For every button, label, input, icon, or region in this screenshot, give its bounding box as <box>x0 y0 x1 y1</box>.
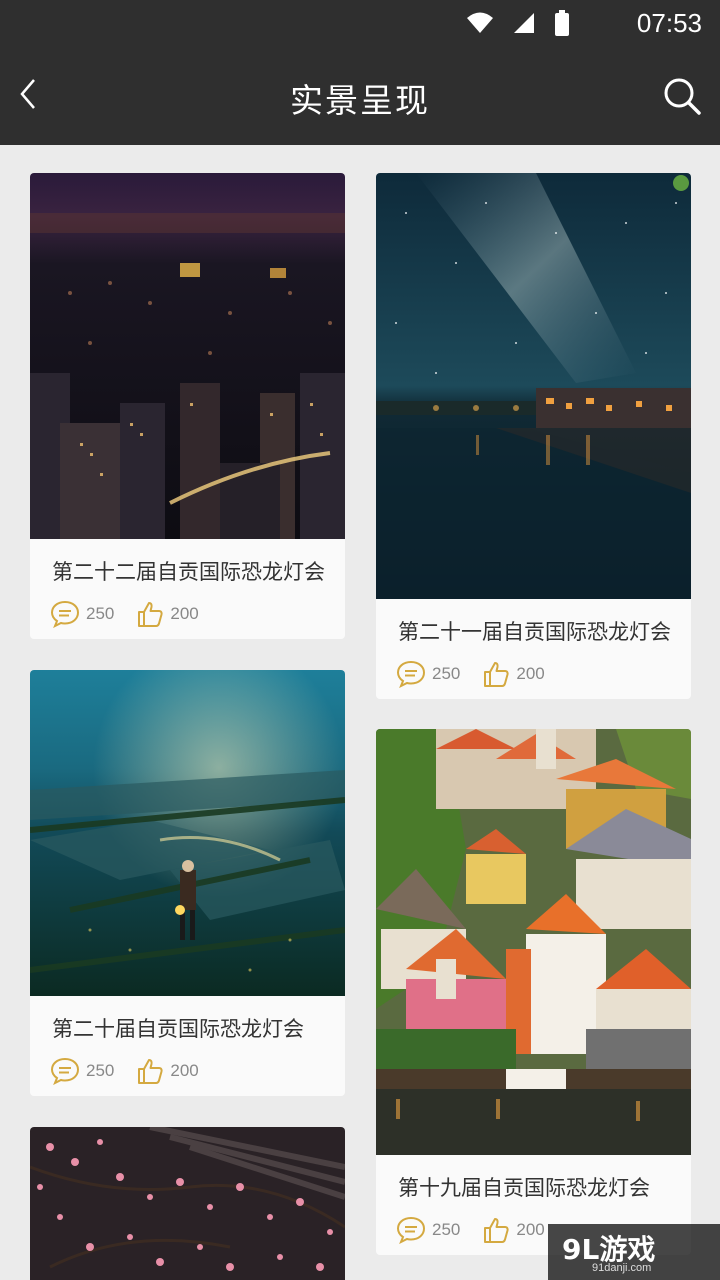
page-title: 实景呈现 <box>290 81 430 120</box>
card-image[interactable] <box>30 1127 345 1280</box>
card-meta: 250 200 <box>50 1057 221 1085</box>
comment-icon[interactable] <box>50 600 80 628</box>
card-image[interactable] <box>376 173 691 599</box>
thumbs-up-icon[interactable] <box>482 1216 510 1244</box>
thumbs-up-icon[interactable] <box>136 1057 164 1085</box>
comment-icon[interactable] <box>396 1216 426 1244</box>
gallery-card[interactable]: 第二十届自贡国际恐龙灯会 250 200 <box>30 670 345 1096</box>
like-count: 200 <box>170 604 199 623</box>
card-meta: 250 200 <box>50 600 221 628</box>
comment-icon[interactable] <box>396 660 426 688</box>
card-meta: 250 200 <box>396 660 567 688</box>
gallery-card[interactable]: 第二十一届自贡国际恐龙灯会 250 200 <box>376 173 691 699</box>
gallery-card[interactable] <box>30 1127 345 1280</box>
status-bar: 07:53 <box>0 0 720 48</box>
like-count: 200 <box>170 1061 199 1080</box>
card-meta: 250 200 <box>396 1216 567 1244</box>
card-title: 第二十一届自贡国际恐龙灯会 <box>398 620 671 644</box>
comment-icon[interactable] <box>50 1057 80 1085</box>
comment-count: 250 <box>86 604 115 623</box>
wifi-icon <box>467 12 493 33</box>
card-image[interactable] <box>30 670 345 996</box>
battery-icon <box>555 10 569 36</box>
signal-icon <box>514 13 534 33</box>
gallery-card[interactable]: 第十九届自贡国际恐龙灯会 250 200 <box>376 729 691 1255</box>
card-image[interactable] <box>30 173 345 539</box>
thumbs-up-icon[interactable] <box>482 660 510 688</box>
card-title: 第二十二届自贡国际恐龙灯会 <box>52 560 325 584</box>
status-icons <box>466 10 570 36</box>
like-count: 200 <box>516 1220 545 1239</box>
status-time: 07:53 <box>636 8 702 38</box>
app-bar: 实景呈现 <box>0 48 720 145</box>
gallery-card[interactable]: 第二十二届自贡国际恐龙灯会 250 200 <box>30 173 345 639</box>
search-icon[interactable] <box>662 76 702 116</box>
thumbs-up-icon[interactable] <box>136 600 164 628</box>
like-count: 200 <box>516 664 545 683</box>
card-title: 第十九届自贡国际恐龙灯会 <box>398 1176 650 1200</box>
watermark-url: 91danji.com <box>592 1262 652 1274</box>
comment-count: 250 <box>432 664 461 683</box>
card-title: 第二十届自贡国际恐龙灯会 <box>52 1017 304 1041</box>
card-image[interactable] <box>376 729 691 1155</box>
comment-count: 250 <box>86 1061 115 1080</box>
watermark-logo: 9L游戏 91danji.com <box>548 1224 720 1280</box>
comment-count: 250 <box>432 1220 461 1239</box>
